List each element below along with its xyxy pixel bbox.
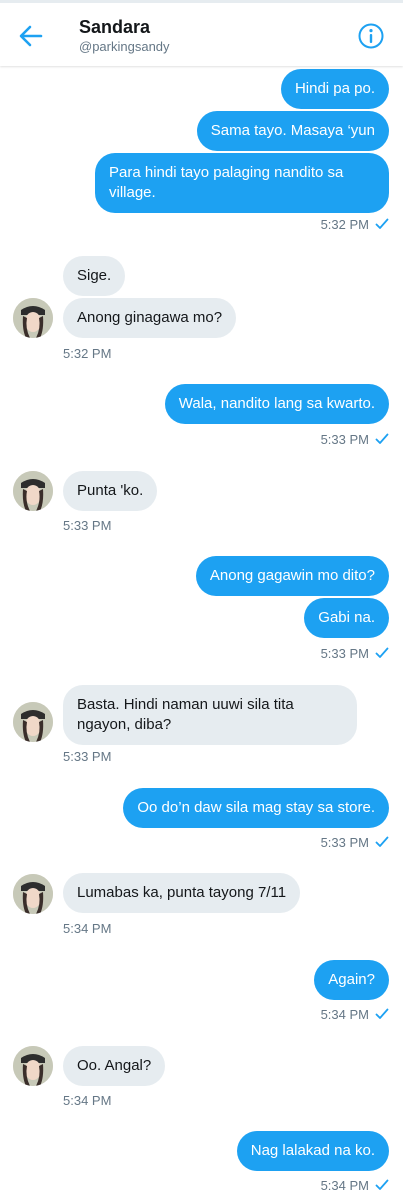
message-bubble-outgoing[interactable]: Gabi na. xyxy=(304,598,389,638)
message-bubble-outgoing[interactable]: Anong gagawin mo dito? xyxy=(195,556,389,596)
info-icon[interactable] xyxy=(357,22,385,50)
message-bubble-incoming[interactable]: Anong ginagawa mo? xyxy=(63,298,237,338)
message-meta: 5:32 PM xyxy=(321,217,389,232)
message-bubble-incoming[interactable]: Lumabas ka, punta tayong 7/11 xyxy=(63,873,301,913)
message-meta: 5:33 PM xyxy=(321,835,389,850)
avatar[interactable] xyxy=(13,874,53,914)
message-text: Lumabas ka, punta tayong 7/11 xyxy=(63,873,301,913)
avatar[interactable] xyxy=(13,298,53,338)
read-check-icon xyxy=(375,647,389,658)
message-timestamp: 5:32 PM xyxy=(320,217,369,232)
read-check-icon xyxy=(375,836,389,847)
message-timestamp: 5:33 PM xyxy=(320,835,369,850)
message-bubble-outgoing[interactable]: Sama tayo. Masaya ‘yun xyxy=(196,111,389,151)
message-bubble-outgoing[interactable]: Hindi pa po. xyxy=(280,69,389,109)
message-text: Anong gagawin mo dito? xyxy=(195,556,389,596)
message-timestamp: 5:33 PM xyxy=(320,432,369,447)
message-text: Nag lalakad na ko. xyxy=(236,1131,389,1171)
message-meta: 5:33 PM xyxy=(321,646,389,661)
avatar[interactable] xyxy=(13,1046,53,1086)
read-check-icon xyxy=(375,433,389,444)
message-meta: 5:33 PM xyxy=(321,432,389,447)
message-text: Sige. xyxy=(63,256,126,296)
message-bubble-incoming[interactable]: Basta. Hindi naman uuwi sila tita ngayon… xyxy=(63,685,357,745)
message-timestamp: 5:34 PM xyxy=(320,1007,369,1022)
message-timestamp: 5:33 PM xyxy=(320,646,369,661)
message-text: Hindi pa po. xyxy=(280,69,389,109)
message-text: Punta 'ko. xyxy=(63,471,158,511)
contact-name: Sandara xyxy=(79,17,151,37)
message-bubble-outgoing[interactable]: Nag lalakad na ko. xyxy=(236,1131,389,1171)
message-meta: 5:34 PM xyxy=(321,1007,389,1022)
conversation-header: Sandara @parkingsandy xyxy=(0,0,403,66)
message-bubble-incoming[interactable]: Punta 'ko. xyxy=(63,471,158,511)
message-timestamp: 5:34 PM xyxy=(63,1093,112,1108)
message-bubble-outgoing[interactable]: Again? xyxy=(314,960,389,1000)
message-text: Gabi na. xyxy=(304,598,389,638)
message-timestamp: 5:34 PM xyxy=(320,1178,369,1193)
message-text: Sama tayo. Masaya ‘yun xyxy=(196,111,389,151)
avatar[interactable] xyxy=(13,702,53,742)
conversation-title[interactable]: Sandara @parkingsandy xyxy=(79,17,170,54)
message-text: Again? xyxy=(314,960,389,1000)
message-bubble-outgoing[interactable]: Para hindi tayo palaging nandito sa vill… xyxy=(95,153,389,213)
message-timestamp: 5:33 PM xyxy=(63,518,112,533)
read-check-icon xyxy=(375,1008,389,1019)
message-timestamp: 5:33 PM xyxy=(63,749,112,764)
message-timestamp: 5:32 PM xyxy=(63,346,112,361)
message-text: Anong ginagawa mo? xyxy=(63,298,237,338)
message-text: Oo. Angal? xyxy=(63,1046,166,1086)
arrow-left-icon[interactable] xyxy=(16,21,46,51)
contact-handle: @parkingsandy xyxy=(79,39,170,54)
message-text: Basta. Hindi naman uuwi sila tita ngayon… xyxy=(63,685,357,745)
read-check-icon xyxy=(375,1179,389,1190)
message-bubble-outgoing[interactable]: Oo do’n daw sila mag stay sa store. xyxy=(123,788,389,828)
message-bubble-incoming[interactable]: Oo. Angal? xyxy=(63,1046,166,1086)
message-text: Oo do’n daw sila mag stay sa store. xyxy=(123,788,389,828)
message-text: Wala, nandito lang sa kwarto. xyxy=(164,384,389,424)
message-timestamp: 5:34 PM xyxy=(63,921,112,936)
message-bubble-incoming[interactable]: Sige. xyxy=(63,256,126,296)
message-text: Para hindi tayo palaging nandito sa vill… xyxy=(95,153,389,213)
avatar[interactable] xyxy=(13,471,53,511)
message-meta: 5:34 PM xyxy=(321,1178,389,1193)
read-check-icon xyxy=(375,218,389,229)
message-bubble-outgoing[interactable]: Wala, nandito lang sa kwarto. xyxy=(164,384,389,424)
